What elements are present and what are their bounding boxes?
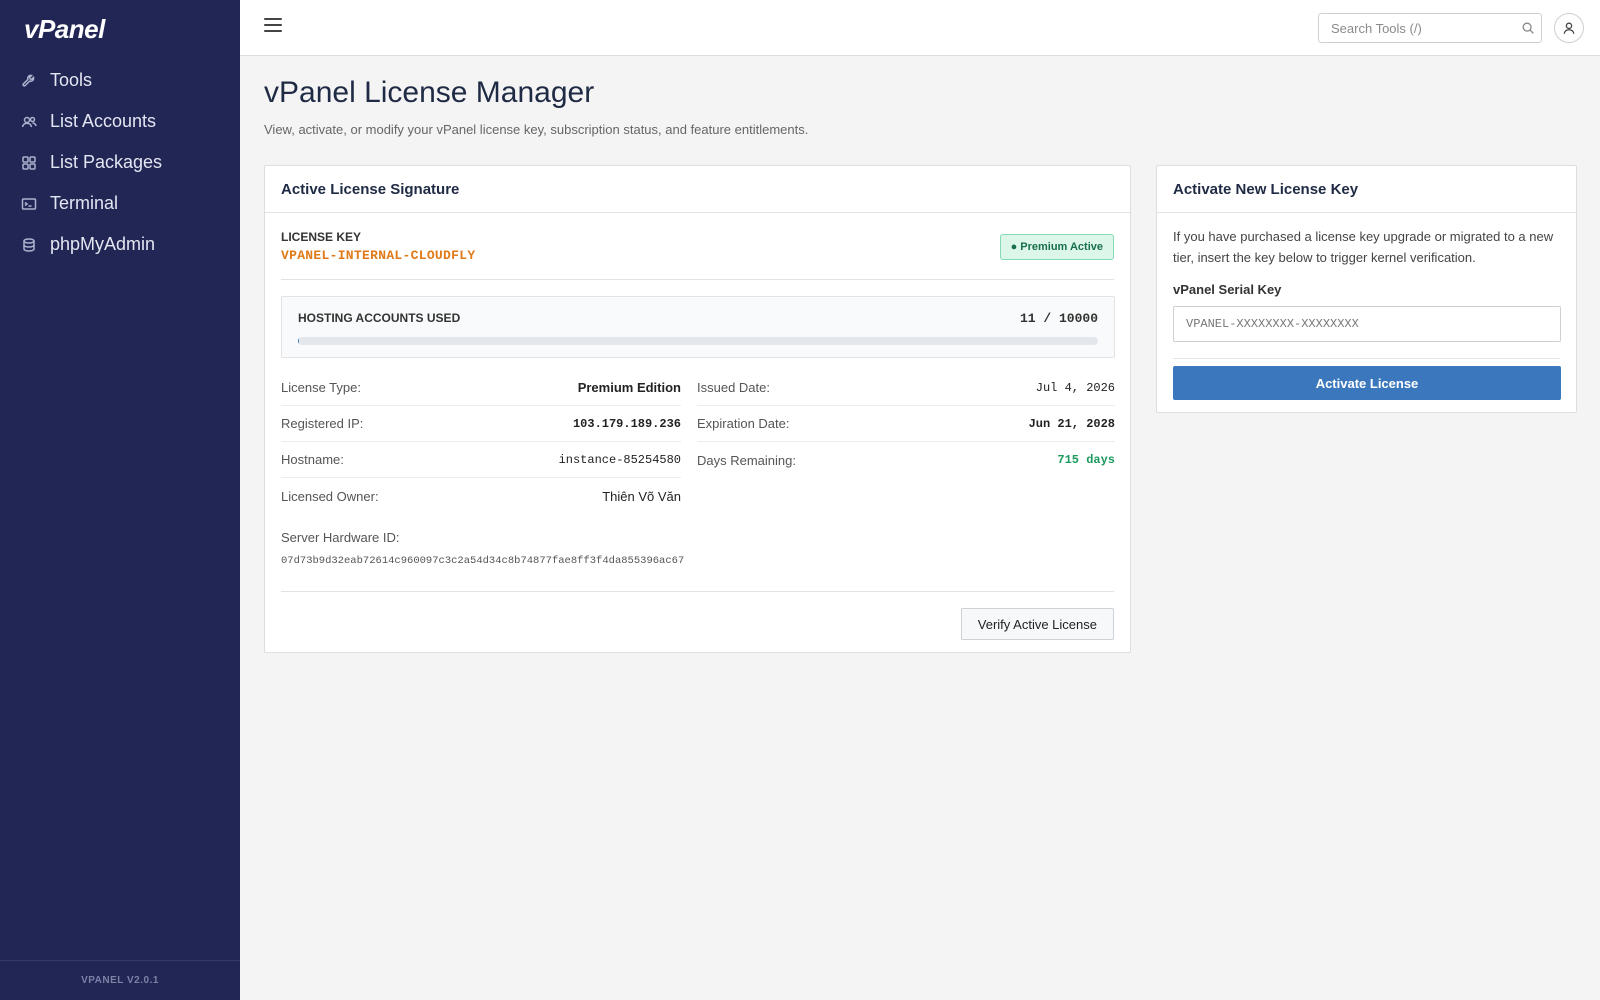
activate-license-button[interactable]: Activate License xyxy=(1173,366,1561,400)
detail-label: Registered IP: xyxy=(281,416,364,431)
topbar xyxy=(240,0,1600,56)
detail-value: 103.179.189.236 xyxy=(572,416,681,431)
search-input[interactable] xyxy=(1319,14,1509,42)
sidebar-item-label: Terminal xyxy=(50,193,119,213)
hardware-id-value: 07d73b9d32eab72614c960097c3c2a54d34c8b74… xyxy=(281,555,685,567)
detail-label: Licensed Owner: xyxy=(281,488,379,504)
detail-label: License Type: xyxy=(281,380,361,395)
user-menu-button[interactable] xyxy=(1554,13,1584,43)
detail-label: Hostname: xyxy=(281,452,344,467)
detail-label: Days Remaining: xyxy=(697,452,796,468)
sidebar: vPanel Tools List Accounts List Packages… xyxy=(0,0,240,1000)
hosting-usage-box: HOSTING ACCOUNTS USED 11 / 10000 xyxy=(281,296,1115,358)
verify-license-button[interactable]: Verify Active License xyxy=(960,608,1114,640)
sidebar-item-label: List Packages xyxy=(50,152,163,172)
detail-label: Issued Date: xyxy=(697,380,770,395)
card-title: Active License Signature xyxy=(265,166,1130,213)
usage-label: HOSTING ACCOUNTS USED xyxy=(298,311,461,325)
wrench-icon xyxy=(20,72,38,90)
detail-row-registered-ip: Registered IP: 103.179.189.236 xyxy=(281,406,681,442)
detail-row-expiration-date: Expiration Date: Jun 21, 2028 xyxy=(697,406,1115,442)
sidebar-item-label: List Accounts xyxy=(50,111,157,131)
sidebar-item-phpmyadmin[interactable]: phpMyAdmin xyxy=(0,224,240,265)
serial-key-input[interactable] xyxy=(1173,306,1561,342)
detail-row-hostname: Hostname: instance-85254580 xyxy=(281,442,681,478)
sidebar-item-terminal[interactable]: Terminal xyxy=(0,183,240,224)
sidebar-item-tools[interactable]: Tools xyxy=(0,60,240,101)
card-title: Activate New License Key xyxy=(1157,166,1576,213)
search-icon[interactable] xyxy=(1521,21,1535,35)
usage-count: 11 / 10000 xyxy=(1019,311,1098,326)
detail-row-owner: Licensed Owner: Thiên Võ Văn xyxy=(281,478,681,514)
license-key-value: VPANEL-INTERNAL-CLOUDFLY xyxy=(281,248,476,263)
user-icon xyxy=(1563,22,1575,34)
page-subtitle: View, activate, or modify your vPanel li… xyxy=(264,122,809,137)
usage-progress-bar xyxy=(298,337,1098,345)
database-icon xyxy=(20,236,38,254)
license-key-label: LICENSE KEY xyxy=(281,230,362,244)
detail-value: Thiên Võ Văn xyxy=(602,488,681,504)
status-badge: ● Premium Active xyxy=(999,234,1114,260)
users-icon xyxy=(20,113,38,131)
terminal-icon xyxy=(20,195,38,213)
hardware-id-label: Server Hardware ID: xyxy=(281,530,400,545)
activate-description: If you have purchased a license key upgr… xyxy=(1173,229,1554,265)
detail-label: Expiration Date: xyxy=(697,416,790,431)
detail-value: Jul 4, 2026 xyxy=(1035,380,1115,395)
divider xyxy=(1173,358,1560,359)
grid-icon xyxy=(20,154,38,172)
sidebar-nav: Tools List Accounts List Packages Termin… xyxy=(0,60,240,265)
detail-row-days-remaining: Days Remaining: 715 days xyxy=(697,442,1115,478)
divider xyxy=(281,591,1114,592)
divider xyxy=(281,279,1114,280)
sidebar-item-list-accounts[interactable]: List Accounts xyxy=(0,101,240,142)
detail-row-issued-date: Issued Date: Jul 4, 2026 xyxy=(697,370,1115,406)
search-box xyxy=(1318,13,1542,43)
detail-value: 715 days xyxy=(1057,453,1115,467)
sidebar-item-list-packages[interactable]: List Packages xyxy=(0,142,240,183)
version-label: VPANEL V2.0.1 xyxy=(0,960,240,1000)
serial-key-label: vPanel Serial Key xyxy=(1173,282,1282,297)
hamburger-menu-icon[interactable] xyxy=(264,18,282,36)
sidebar-item-label: Tools xyxy=(50,70,93,90)
active-license-card: Active License Signature LICENSE KEY VPA… xyxy=(264,165,1131,653)
sidebar-item-label: phpMyAdmin xyxy=(50,234,156,254)
detail-value: Jun 21, 2028 xyxy=(1028,416,1115,431)
detail-value: Premium Edition xyxy=(577,380,681,395)
activate-license-card: Activate New License Key If you have pur… xyxy=(1156,165,1577,413)
detail-value: instance-85254580 xyxy=(558,452,681,467)
page-title: vPanel License Manager xyxy=(264,76,595,109)
detail-row-license-type: License Type: Premium Edition xyxy=(281,370,681,406)
usage-progress-fill xyxy=(298,337,299,345)
app-logo[interactable]: vPanel xyxy=(24,14,105,45)
